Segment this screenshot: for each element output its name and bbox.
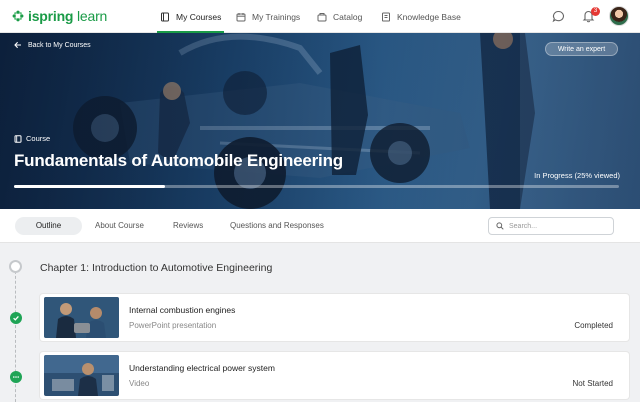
search-placeholder: Search... [509, 222, 538, 230]
tab-outline[interactable]: Outline [15, 217, 82, 235]
nav-my-trainings[interactable]: My Trainings [236, 0, 300, 33]
course-progress-fill [14, 185, 166, 188]
course-tabs-bar: Outline About Course Reviews Questions a… [0, 209, 640, 243]
lesson-thumbnail-image [44, 355, 119, 396]
tab-reviews[interactable]: Reviews [173, 217, 203, 235]
chapter-status-icon [9, 260, 22, 273]
knowledge-base-icon [382, 12, 390, 21]
logo-brand-text: ispring [28, 8, 74, 24]
nav-label: Catalog [333, 11, 363, 22]
course-book-icon [14, 134, 22, 143]
nav-label: My Trainings [252, 11, 301, 22]
lesson-card-electrical-power-system[interactable]: Understanding electrical power system Vi… [40, 352, 629, 399]
tab-about-course[interactable]: About Course [95, 217, 144, 235]
lesson-title: Internal combustion engines [129, 305, 236, 315]
nav-catalog[interactable]: Catalog [317, 0, 362, 33]
lesson-status: Not Started [572, 379, 613, 388]
logo-flower-icon [12, 10, 24, 22]
user-avatar[interactable] [609, 6, 629, 26]
notification-badge: 3 [591, 7, 600, 16]
nav-label: Knowledge Base [397, 11, 461, 22]
lesson-type: Video [129, 379, 150, 388]
course-title: Fundamentals of Automobile Engineering [14, 151, 343, 170]
course-hero-banner: Back to My Courses Write an expert Cours… [0, 33, 640, 209]
back-link-label: Back to My Courses [28, 41, 91, 49]
arrow-left-icon [14, 41, 21, 49]
chat-icon[interactable] [552, 10, 565, 23]
book-icon [161, 12, 169, 21]
course-progress-bar [14, 185, 619, 188]
ispring-learn-logo[interactable]: ispring learn [12, 8, 107, 24]
lesson-thumbnail-image [44, 297, 119, 338]
nav-knowledge-base[interactable]: Knowledge Base [381, 0, 461, 33]
top-navbar: ispring learn My Courses My Trainings Ca… [0, 0, 640, 33]
nav-label: My Courses [176, 11, 222, 22]
catalog-icon [317, 12, 327, 21]
progress-status-text: In Progress (25% viewed) [534, 171, 620, 180]
completed-check-icon [10, 312, 22, 324]
tab-questions-and-responses[interactable]: Questions and Responses [230, 217, 324, 235]
lesson-status: Completed [574, 321, 613, 330]
write-an-expert-button[interactable]: Write an expert [545, 42, 618, 56]
calendar-icon [236, 12, 246, 21]
lesson-title: Understanding electrical power system [129, 363, 275, 373]
lesson-card-internal-combustion-engines[interactable]: Internal combustion engines PowerPoint p… [40, 294, 629, 341]
lesson-type: PowerPoint presentation [129, 321, 217, 330]
search-input[interactable]: Search... [488, 217, 614, 235]
back-to-my-courses-link[interactable]: Back to My Courses [14, 41, 91, 49]
chapter-title: Chapter 1: Introduction to Automotive En… [40, 262, 273, 274]
course-type-label: Course [26, 134, 51, 143]
course-type-tag: Course [14, 134, 50, 143]
not-started-dots-icon [10, 371, 22, 383]
search-icon [496, 222, 504, 230]
nav-my-courses[interactable]: My Courses [157, 0, 225, 33]
logo-product-text: learn [76, 8, 108, 24]
